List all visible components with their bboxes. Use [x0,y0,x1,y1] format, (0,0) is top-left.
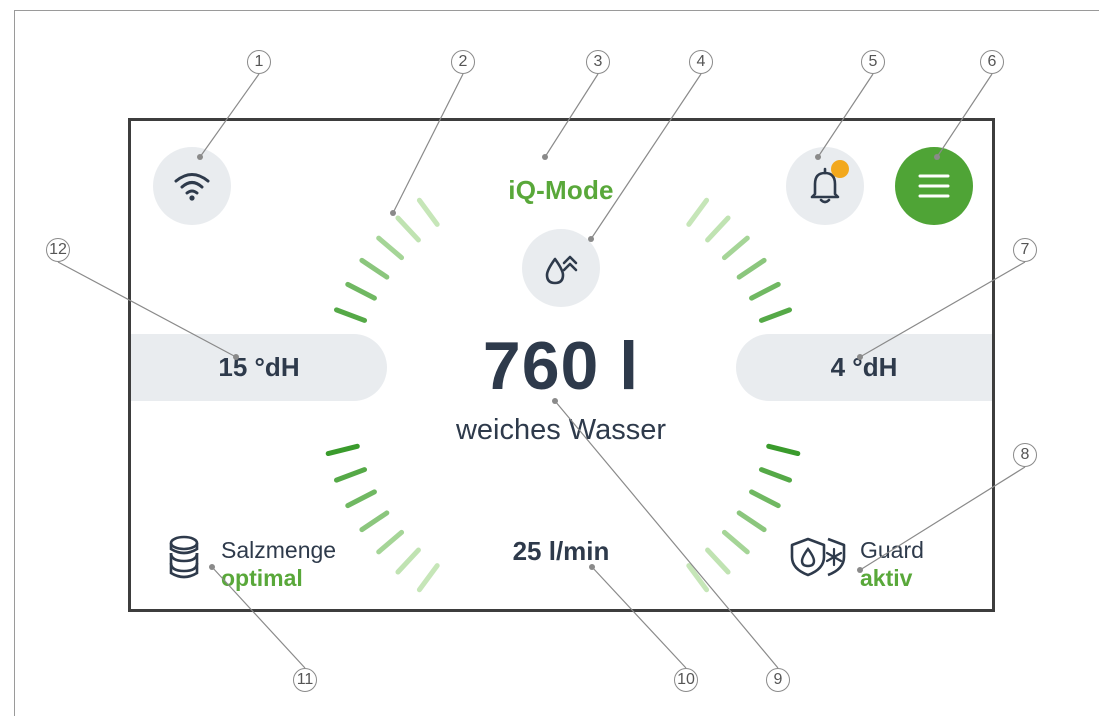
callout-leader [199,73,260,158]
callout-leader [392,73,464,214]
callout-number: 11 [293,668,317,692]
callout-leader [57,261,237,358]
callout-anchor-dot [857,354,863,360]
callout-anchor-dot [815,154,821,160]
callout-leader [817,73,874,158]
callout-number: 9 [766,668,790,692]
callout-leader [590,73,702,240]
callout-leader [544,73,599,158]
callout-leader [936,73,993,158]
callout-number: 2 [451,50,475,74]
callout-anchor-dot [390,210,396,216]
callout-number: 1 [247,50,271,74]
callout-leader [859,466,1026,571]
callout-number: 10 [674,668,698,692]
callout-leader-lines [57,73,1026,669]
callout-number: 7 [1013,238,1037,262]
callout-number: 6 [980,50,1004,74]
callout-leader [554,400,779,669]
callout-anchor-dot [552,398,558,404]
callout-anchor-dot [233,354,239,360]
callout-anchor-dot [934,154,940,160]
callout-leader [211,566,306,669]
callout-anchor-dot [209,564,215,570]
callout-anchor-dot [857,567,863,573]
callout-anchor-dot [589,564,595,570]
callout-number: 8 [1013,443,1037,467]
callout-leader [591,566,687,669]
callout-anchor-dot [588,236,594,242]
callout-number: 3 [586,50,610,74]
callout-number: 12 [46,238,70,262]
callout-leader [859,261,1026,358]
callout-number: 5 [861,50,885,74]
callout-anchor-dot [197,154,203,160]
callout-anchor-dot [542,154,548,160]
callout-number: 4 [689,50,713,74]
